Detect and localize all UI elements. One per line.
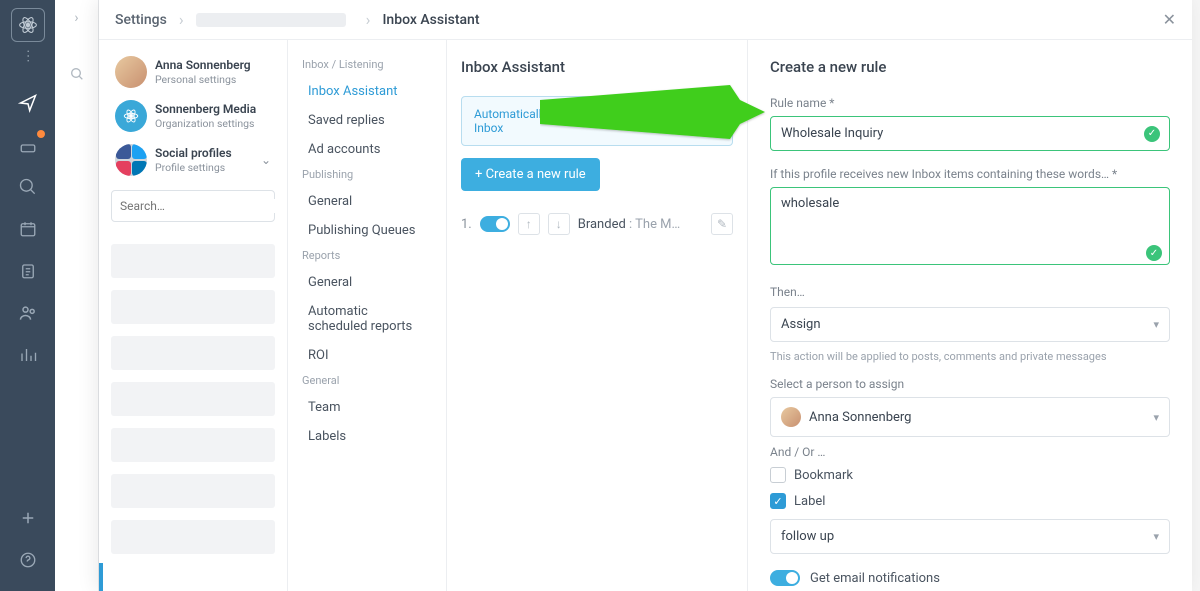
- breadcrumb-current: Inbox Assistant: [382, 12, 479, 28]
- rule-toggle[interactable]: [480, 216, 510, 232]
- search-input-wrap[interactable]: [111, 190, 275, 222]
- create-rule-button[interactable]: + Create a new rule: [461, 158, 600, 191]
- chevron-down-icon: ⌄: [261, 153, 271, 167]
- breadcrumb-root[interactable]: Settings: [115, 12, 167, 28]
- person-select[interactable]: Anna Sonnenberg ▾: [770, 397, 1170, 437]
- rule-label: Branded : The M…: [578, 217, 703, 232]
- check-icon: ✓: [1144, 126, 1160, 142]
- active-indicator: [99, 563, 103, 591]
- nav-group-title: General: [288, 370, 446, 393]
- notify-toggle[interactable]: [770, 570, 800, 586]
- label-checkbox-row[interactable]: ✓ Label: [770, 493, 1170, 509]
- select-value: follow up: [781, 529, 834, 544]
- edit-icon[interactable]: ✎: [711, 213, 733, 235]
- checkbox-label: Label: [794, 494, 825, 509]
- rail-analytics-icon[interactable]: [0, 334, 55, 376]
- nav-labels[interactable]: Labels: [288, 422, 446, 451]
- check-icon: ✓: [1146, 245, 1162, 261]
- nav-ad-accounts[interactable]: Ad accounts: [288, 135, 446, 164]
- breadcrumb-skeleton: [196, 13, 346, 27]
- profile-organization[interactable]: Sonnenberg Media Organization settings: [111, 94, 275, 138]
- email-notify-row[interactable]: Get email notifications: [770, 570, 1170, 586]
- settings-modal: Settings › › Inbox Assistant ✕ Anna Sonn…: [99, 0, 1192, 591]
- caret-down-icon: ▾: [1153, 318, 1159, 331]
- rail-publish-icon[interactable]: [0, 82, 55, 124]
- label-select[interactable]: follow up ▾: [770, 519, 1170, 554]
- breadcrumb-bar: Settings › › Inbox Assistant ✕: [99, 0, 1192, 40]
- profile-personal[interactable]: Anna Sonnenberg Personal settings: [111, 50, 275, 94]
- rules-panel: Inbox Assistant Automatically clean up a…: [447, 40, 748, 591]
- rail-clipboard-icon[interactable]: [0, 250, 55, 292]
- avatar-person: [115, 56, 147, 88]
- profile-column: Anna Sonnenberg Personal settings Sonnen…: [99, 40, 288, 591]
- nav-reports-scheduled[interactable]: Automatic scheduled reports: [288, 297, 446, 341]
- form-title: Create a new rule: [770, 58, 1170, 76]
- nav-reports-roi[interactable]: ROI: [288, 341, 446, 370]
- bookmark-checkbox-row[interactable]: Bookmark: [770, 467, 1170, 483]
- nav-group-title: Reports: [288, 245, 446, 268]
- rule-index: 1.: [461, 217, 472, 232]
- chevron-right-icon: ›: [179, 10, 184, 29]
- icon-rail: ⋯: [0, 0, 55, 591]
- nav-saved-replies[interactable]: Saved replies: [288, 106, 446, 135]
- toggle-label: Get email notifications: [810, 571, 940, 586]
- select-value: Anna Sonnenberg: [809, 410, 911, 425]
- profile-sub: Personal settings: [155, 73, 251, 86]
- app-logo-icon[interactable]: [11, 8, 45, 42]
- search-icon[interactable]: [69, 66, 85, 86]
- profile-social[interactable]: Social profiles Profile settings ⌄: [111, 138, 275, 182]
- nav-team[interactable]: Team: [288, 393, 446, 422]
- action-help-text: This action will be applied to posts, co…: [770, 350, 1170, 363]
- panel-title: Inbox Assistant: [461, 58, 733, 76]
- profile-sub: Profile settings: [155, 161, 232, 174]
- nav-publishing-queues[interactable]: Publishing Queues: [288, 216, 446, 245]
- profile-name: Sonnenberg Media: [155, 102, 256, 116]
- search-input[interactable]: [120, 199, 276, 213]
- avatar-small: [781, 407, 801, 427]
- rule-name-input[interactable]: [770, 116, 1170, 151]
- checkbox-checked[interactable]: ✓: [770, 493, 786, 509]
- move-down-icon[interactable]: ↓: [548, 213, 570, 235]
- checkbox-label: Bookmark: [794, 468, 853, 483]
- nav-publishing-general[interactable]: General: [288, 187, 446, 216]
- keywords-input[interactable]: [770, 187, 1170, 265]
- chevron-right-icon[interactable]: ›: [74, 10, 78, 26]
- rail-globe-search-icon[interactable]: [0, 166, 55, 208]
- nav-inbox-assistant[interactable]: Inbox Assistant: [288, 77, 446, 106]
- caret-down-icon: ▾: [1153, 411, 1159, 424]
- collapsed-panel: ›: [55, 0, 99, 591]
- rail-help-icon[interactable]: [0, 539, 55, 581]
- rail-dashboard-icon[interactable]: [0, 124, 55, 166]
- rule-form: Create a new rule Rule name * ✓ If this …: [748, 40, 1192, 591]
- info-banner: Automatically clean up and organize your…: [461, 96, 733, 146]
- nav-reports-general[interactable]: General: [288, 268, 446, 297]
- select-value: Assign: [781, 317, 821, 332]
- more-menu-icon[interactable]: ⋯: [20, 49, 36, 63]
- move-up-icon[interactable]: ↑: [518, 213, 540, 235]
- rail-add-icon[interactable]: [0, 497, 55, 539]
- rule-list-item[interactable]: 1. ↑ ↓ Branded : The M… ✎: [461, 213, 733, 235]
- andor-label: And / Or …: [770, 445, 1170, 459]
- rule-name-label: Rule name *: [770, 96, 1170, 110]
- keywords-label: If this profile receives new Inbox items…: [770, 167, 1170, 181]
- chevron-right-icon: ›: [366, 10, 371, 29]
- avatar-org: [115, 100, 147, 132]
- profile-name: Anna Sonnenberg: [155, 58, 251, 72]
- then-label: Then…: [770, 285, 1170, 299]
- rail-team-icon[interactable]: [0, 292, 55, 334]
- caret-down-icon: ▾: [1153, 530, 1159, 543]
- nav-group-title: Inbox / Listening: [288, 54, 446, 77]
- rail-calendar-icon[interactable]: [0, 208, 55, 250]
- profile-name: Social profiles: [155, 146, 232, 160]
- person-label: Select a person to assign: [770, 377, 1170, 391]
- settings-nav: Inbox / Listening Inbox Assistant Saved …: [288, 40, 447, 591]
- profile-sub: Organization settings: [155, 117, 256, 130]
- action-select[interactable]: Assign ▾: [770, 307, 1170, 342]
- nav-group-title: Publishing: [288, 164, 446, 187]
- close-icon[interactable]: ✕: [1163, 10, 1176, 29]
- checkbox-unchecked[interactable]: [770, 467, 786, 483]
- avatar-socials: [115, 144, 147, 176]
